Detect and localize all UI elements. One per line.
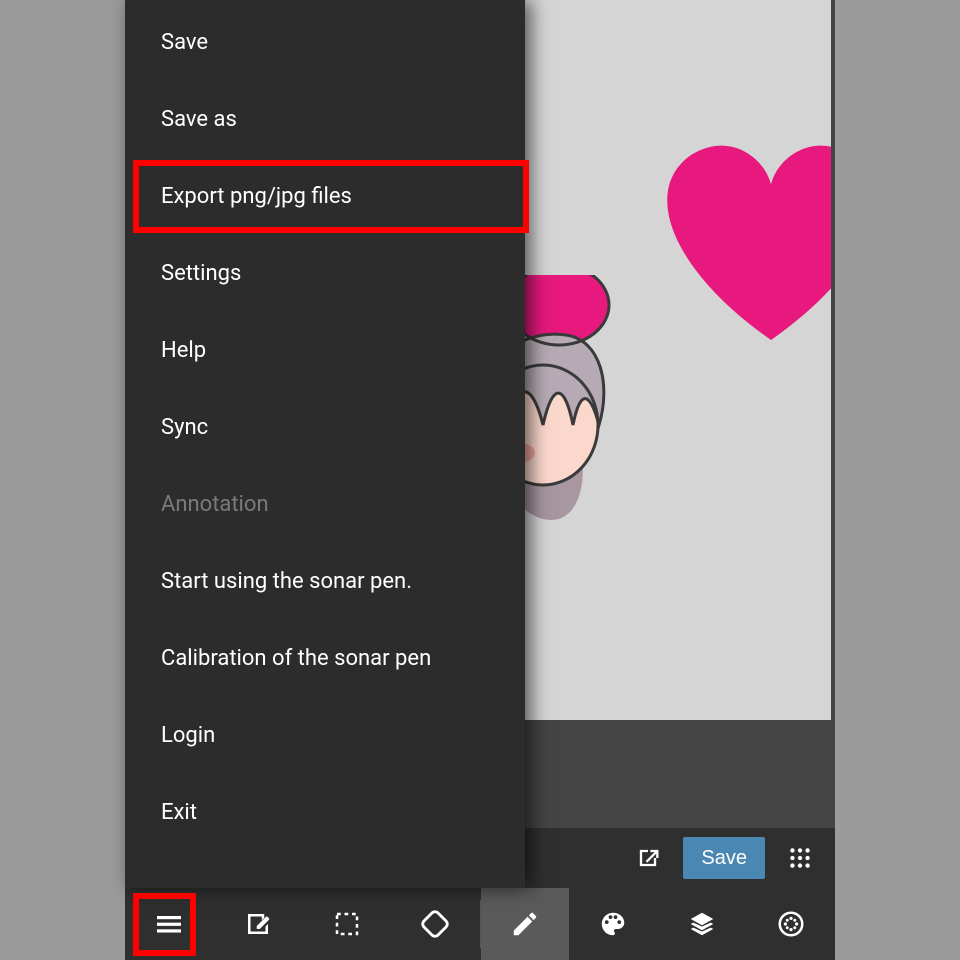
menu-exit[interactable]: Exit [125,774,525,851]
tool-layers[interactable] [658,888,747,960]
main-menu-panel: SaveSave asExport png/jpg filesSettingsH… [125,0,525,888]
menu-save-as[interactable]: Save as [125,81,525,158]
menu-save[interactable]: Save [125,4,525,81]
menu-export-png-jpg[interactable]: Export png/jpg files [125,158,525,235]
rotate-icon [418,907,452,941]
tool-options[interactable] [746,888,835,960]
edit-new-icon [243,909,273,939]
save-button[interactable]: Save [683,837,765,879]
app-window: Save [125,0,835,960]
menu-sonar-pen-calibrate[interactable]: Calibration of the sonar pen [125,620,525,697]
menu-sync[interactable]: Sync [125,389,525,466]
tool-new[interactable] [214,888,303,960]
tool-rotate[interactable] [391,888,480,960]
tool-selection[interactable] [302,888,391,960]
canvas-heart-shape [651,130,831,350]
selection-dashed-icon [332,909,362,939]
apps-grid-button[interactable] [779,837,821,879]
hamburger-menu-icon [153,908,185,940]
layers-icon [687,909,717,939]
tool-pencil[interactable] [481,888,570,960]
save-button-label: Save [701,847,747,870]
menu-annotation: Annotation [125,466,525,543]
open-external-icon [634,844,662,872]
palette-icon [598,909,628,939]
bottom-toolbar [125,888,835,960]
target-circle-icon [776,909,806,939]
menu-help[interactable]: Help [125,312,525,389]
tool-palette[interactable] [569,888,658,960]
menu-sonar-pen-start[interactable]: Start using the sonar pen. [125,543,525,620]
grid-apps-icon [787,845,813,871]
pencil-tool-icon [510,909,540,939]
menu-login[interactable]: Login [125,697,525,774]
menu-settings[interactable]: Settings [125,235,525,312]
tool-menu[interactable] [125,888,214,960]
open-external-button[interactable] [627,837,669,879]
